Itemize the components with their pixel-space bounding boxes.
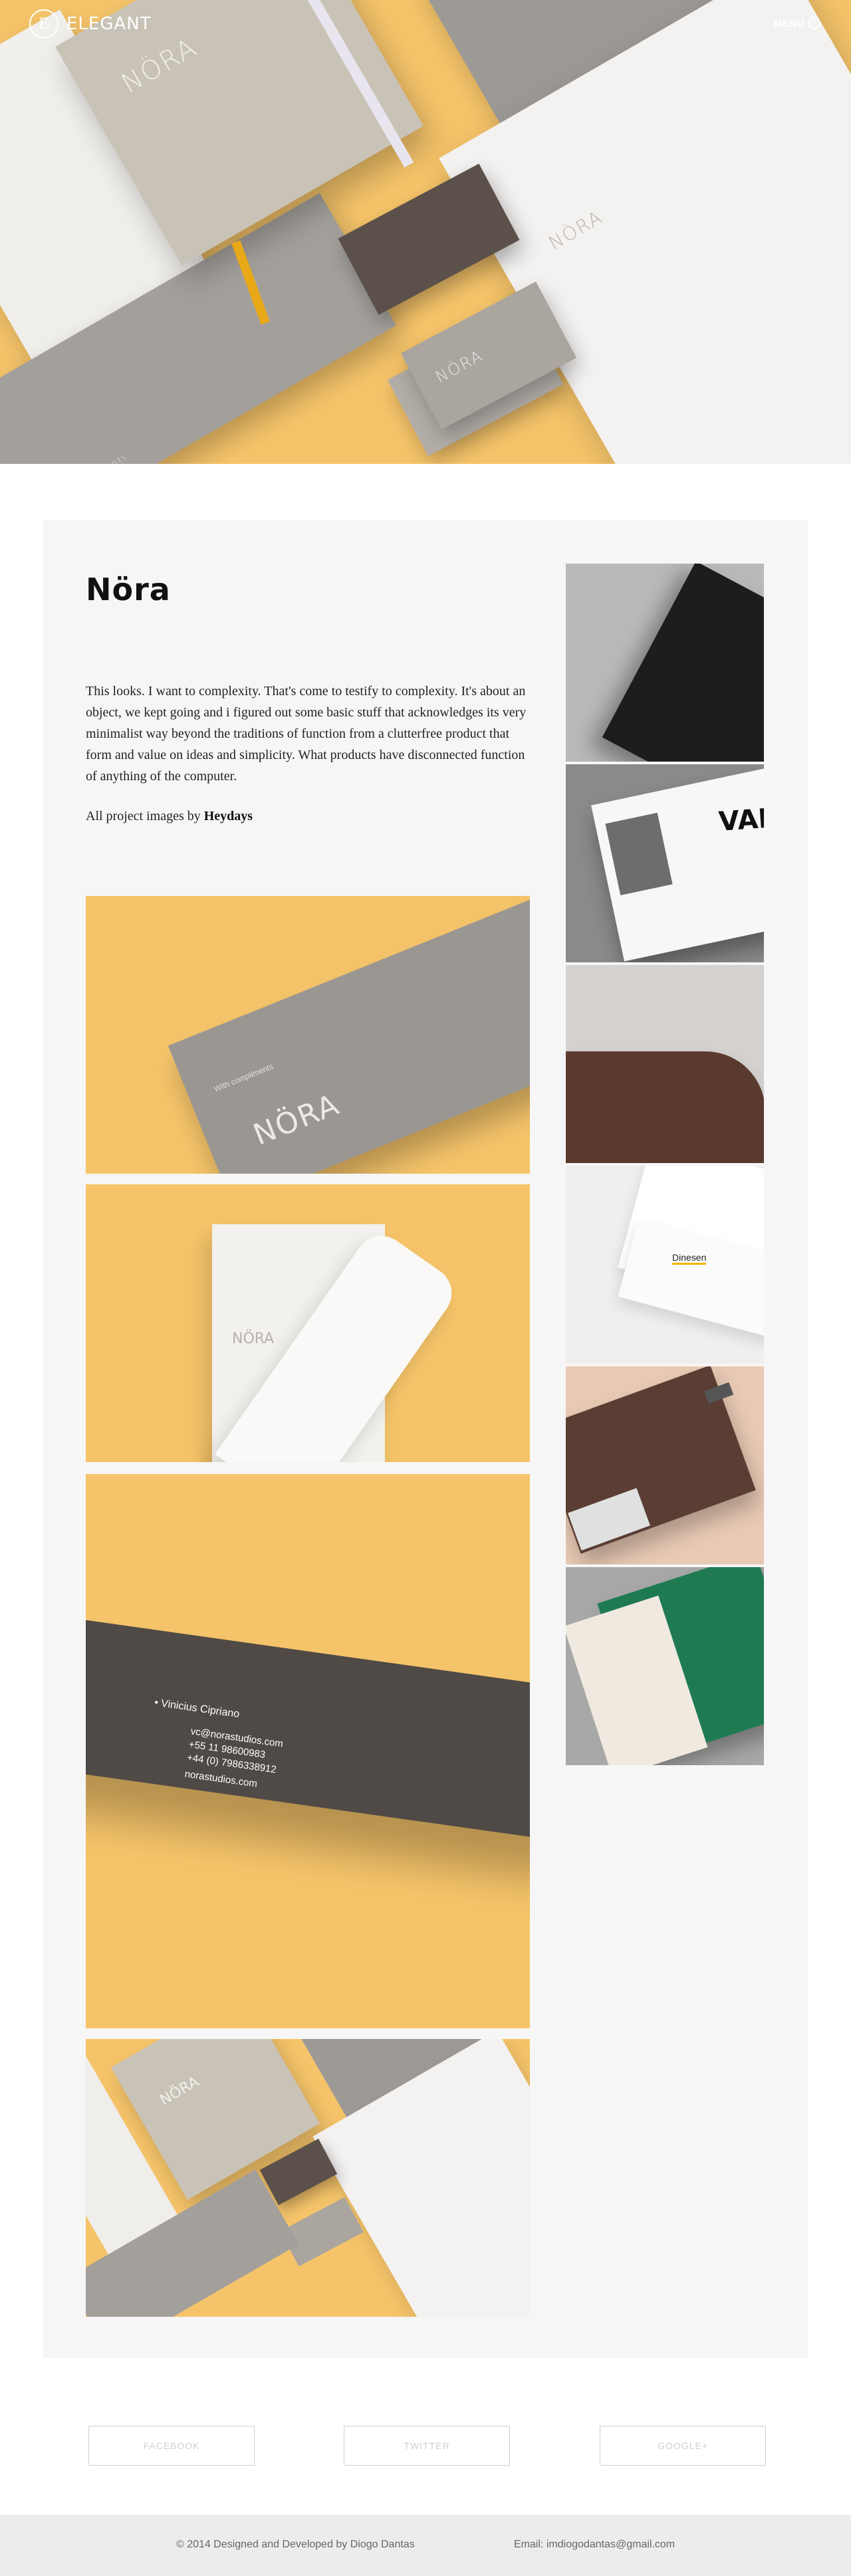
photo-envelope[interactable]: With compliments NÖRA (86, 896, 530, 1174)
navbar: E ELEGANT MENU (0, 0, 851, 51)
logo-icon: E (29, 9, 59, 39)
googleplus-button[interactable]: GOOGLE+ (600, 2426, 766, 2466)
project-description: This looks. I want to complexity. That's… (86, 684, 527, 784)
side-photo-brochure[interactable] (566, 1567, 764, 1765)
logo-text: ELEGANT (66, 14, 152, 34)
brand-mark: Dinesen (672, 1252, 707, 1265)
composite-logo: NÖRA (157, 2073, 202, 2109)
letterhead-logo: NÖRA (545, 205, 607, 255)
menu-label: MENU (773, 17, 804, 29)
facebook-button[interactable]: FACEBOOK (88, 2426, 255, 2466)
photo-business-card[interactable]: • Vinicius Cipriano vc@norastudios.com +… (86, 1474, 530, 2028)
side-photo-book[interactable]: VALU (566, 764, 764, 962)
project-card: Nöra This looks. I want to complexity. T… (43, 520, 808, 2358)
menu-button[interactable]: MENU (774, 17, 820, 29)
credit-link[interactable]: Heydays (204, 809, 253, 823)
menu-icon (808, 17, 820, 29)
photo-composite[interactable]: NÖRA (86, 2039, 530, 2317)
footer-copyright: © 2014 Designed and Developed by Diogo D… (176, 2539, 415, 2550)
site-logo[interactable]: E ELEGANT (29, 9, 152, 39)
envelope-caption: With compliments (43, 452, 129, 464)
project-title: Nöra (86, 572, 171, 607)
side-photo-tissue[interactable] (566, 564, 764, 762)
book-headline: VALU (717, 802, 764, 837)
card-name: • Vinicius Cipriano (154, 1697, 241, 1721)
envelope-logo: NÖRA (248, 1087, 344, 1152)
footer-email[interactable]: Email: imdiogodantas@gmail.com (514, 2539, 675, 2551)
photo-letter[interactable]: NÖRA (86, 1184, 530, 1462)
credit-prefix: All project images by (86, 809, 201, 823)
footer: © 2014 Designed and Developed by Diogo D… (0, 2515, 851, 2576)
letter-logo: NÖRA (232, 1331, 275, 1347)
hero-image: With compliments NÖRA NÖRA NÖRA E ELEGAN… (0, 0, 851, 464)
side-photo-stationery[interactable]: Dinesen (566, 1166, 764, 1364)
envelope-caption: With compliments (212, 1061, 275, 1094)
card-logo: NÖRA (432, 346, 487, 387)
side-photo-leather[interactable] (566, 965, 764, 1163)
side-photo-folder[interactable] (566, 1366, 764, 1564)
twitter-button[interactable]: TWITTER (344, 2426, 510, 2466)
project-credit: All project images by Heydays (86, 805, 253, 827)
